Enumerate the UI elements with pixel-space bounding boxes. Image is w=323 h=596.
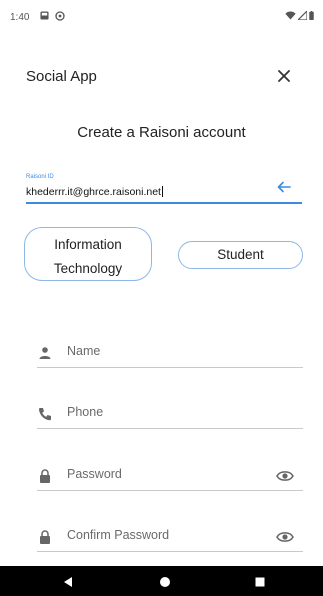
eye-icon[interactable]	[276, 468, 294, 484]
page-title: Create a Raisoni account	[77, 124, 246, 141]
eye-icon[interactable]	[276, 529, 294, 545]
app-bar: Social App	[0, 60, 323, 92]
confirm-password-placeholder: Confirm Password	[67, 528, 170, 542]
raisoni-id-label: Raisoni ID	[26, 174, 54, 180]
department-chip-line-2: Technology	[53, 261, 123, 276]
nav-back-icon[interactable]	[61, 575, 75, 589]
phone-field[interactable]: Phone	[37, 399, 303, 429]
nav-recents-icon[interactable]	[253, 575, 267, 589]
department-chip-line-1: Information	[54, 237, 122, 252]
phone-icon	[38, 408, 51, 421]
status-bar: 1:40	[0, 0, 323, 34]
phone-placeholder: Phone	[67, 405, 104, 419]
confirm-password-field[interactable]: Confirm Password	[37, 522, 303, 552]
system-navigation-bar	[0, 566, 323, 596]
password-placeholder: Password	[67, 467, 122, 481]
role-chip[interactable]: Student	[178, 241, 303, 269]
app-title: Social App	[26, 68, 97, 85]
gallery-notification-icon	[40, 11, 49, 20]
status-notification-icons	[40, 11, 65, 21]
department-chip[interactable]: Information Technology	[24, 227, 152, 281]
cell-signal-icon	[298, 11, 307, 20]
person-icon	[39, 347, 51, 359]
arrow-back-icon[interactable]	[276, 179, 292, 195]
password-field[interactable]: Password	[37, 461, 303, 491]
name-placeholder: Name	[67, 344, 101, 358]
battery-icon	[309, 11, 314, 20]
wifi-icon	[285, 11, 296, 20]
nav-home-icon[interactable]	[158, 575, 172, 589]
text-caret	[161, 186, 163, 197]
name-field[interactable]: Name	[37, 338, 303, 368]
close-icon[interactable]	[275, 67, 293, 85]
raisoni-id-value[interactable]: khederrr.it@ghrce.raisoni.net	[26, 186, 163, 198]
raisoni-id-field[interactable]: Raisoni ID khederrr.it@ghrce.raisoni.net	[26, 174, 302, 204]
status-time: 1:40	[10, 12, 30, 23]
lock-icon	[40, 469, 50, 483]
sync-notification-icon	[55, 11, 65, 21]
lock-icon	[40, 530, 50, 544]
status-system-icons	[285, 11, 314, 20]
